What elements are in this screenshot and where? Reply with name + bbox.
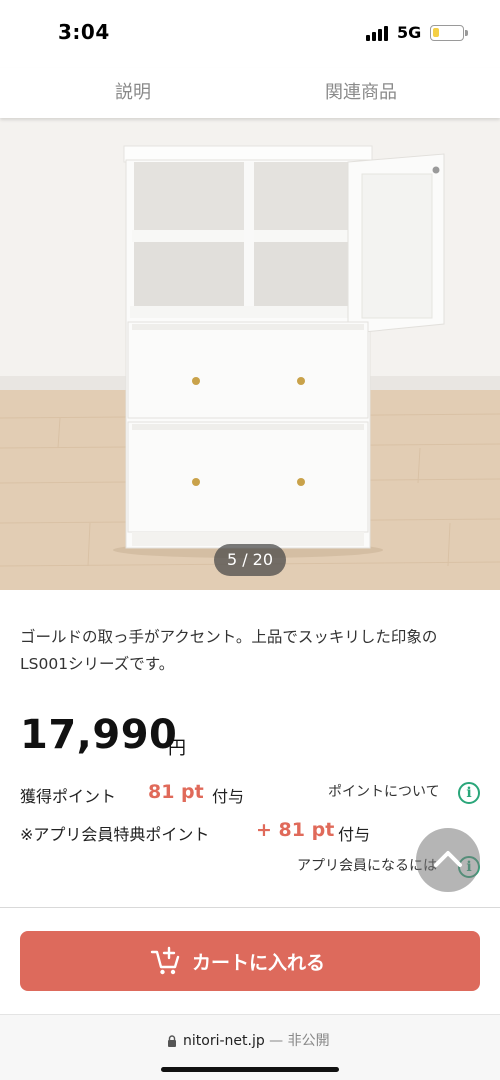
tab-bar: 説明 関連商品 bbox=[0, 68, 500, 118]
home-indicator bbox=[161, 1067, 339, 1072]
product-photo bbox=[0, 118, 500, 590]
divider bbox=[0, 907, 500, 908]
earn-points-suffix: 付与 bbox=[212, 787, 245, 806]
earn-points-value: 81 pt bbox=[148, 781, 204, 803]
app-points-value: + 81 pt bbox=[256, 819, 335, 841]
price-unit: 円 bbox=[168, 738, 186, 759]
add-to-cart-label: カートに入れる bbox=[192, 952, 326, 974]
battery-icon bbox=[430, 25, 468, 41]
lock-icon bbox=[168, 1035, 176, 1047]
url-privacy: — 非公開 bbox=[269, 1033, 330, 1049]
cart-add-icon bbox=[150, 946, 180, 975]
status-bar: 3:04 5G bbox=[0, 0, 500, 68]
battery-fill bbox=[433, 28, 439, 37]
tab-description[interactable]: 説明 bbox=[115, 78, 151, 104]
signal-icon bbox=[366, 25, 390, 41]
app-points-suffix: 付与 bbox=[338, 825, 371, 844]
chevron-up-icon bbox=[434, 851, 462, 867]
url-domain: nitori-net.jp bbox=[183, 1033, 265, 1049]
scroll-to-top-button[interactable] bbox=[416, 828, 480, 892]
tab-related-products[interactable]: 関連商品 bbox=[325, 78, 397, 104]
points-about-link[interactable]: ポイントについて bbox=[328, 781, 440, 801]
url-text: nitori-net.jp — 非公開 bbox=[183, 1030, 330, 1050]
status-time: 3:04 bbox=[58, 20, 110, 44]
product-image[interactable]: 5 / 20 bbox=[0, 118, 500, 590]
network-type: 5G bbox=[397, 23, 422, 42]
product-description: ゴールドの取っ手がアクセント。上品でスッキリした印象のLS001シリーズです。 bbox=[20, 628, 438, 673]
browser-url-bar[interactable]: nitori-net.jp — 非公開 bbox=[0, 1014, 500, 1080]
image-counter: 5 / 20 bbox=[214, 544, 286, 576]
app-points-label: ※アプリ会員特典ポイント bbox=[20, 825, 210, 844]
product-price: 17,990 bbox=[20, 712, 178, 758]
info-icon[interactable]: i bbox=[458, 782, 480, 804]
add-to-cart-button[interactable]: カートに入れる bbox=[20, 931, 480, 991]
earn-points-label: 獲得ポイント bbox=[20, 787, 117, 806]
